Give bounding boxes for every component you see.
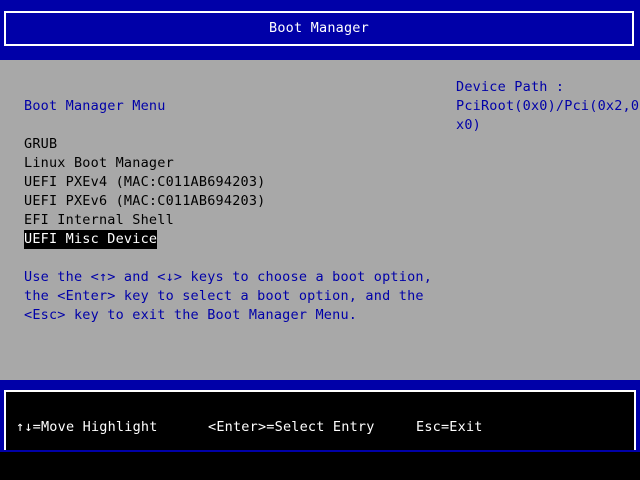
bios-screen: Boot Manager Boot Manager Menu Device Pa… bbox=[0, 0, 640, 480]
device-path-label: Device Path : bbox=[456, 79, 565, 95]
help-line-3: <Esc> key to exit the Boot Manager Menu. bbox=[24, 307, 358, 323]
select-entry-hint: <Enter>=Select Entry bbox=[208, 419, 375, 435]
boot-option-uefi-pxev6[interactable]: UEFI PXEv6 (MAC:C011AB694203) bbox=[24, 192, 266, 211]
move-highlight-hint: ↑↓=Move Highlight bbox=[16, 419, 158, 435]
device-path-line-2: x0) bbox=[456, 117, 481, 133]
boot-option-efi-internal-shell[interactable]: EFI Internal Shell bbox=[24, 211, 174, 230]
page-title: Boot Manager bbox=[269, 20, 369, 36]
boot-option-grub[interactable]: GRUB bbox=[24, 135, 57, 154]
header-frame: Boot Manager bbox=[4, 11, 634, 46]
boot-option-uefi-pxev4[interactable]: UEFI PXEv4 (MAC:C011AB694203) bbox=[24, 173, 266, 192]
boot-option-uefi-misc-device[interactable]: UEFI Misc Device bbox=[24, 230, 158, 249]
footer-bar: ↑↓=Move Highlight <Enter>=Select Entry E… bbox=[0, 380, 640, 452]
menu-title: Boot Manager Menu bbox=[24, 98, 166, 114]
help-line-2: the <Enter> key to select a boot option,… bbox=[24, 288, 424, 304]
header-bar: Boot Manager bbox=[0, 0, 640, 60]
boot-option-linux-boot-manager[interactable]: Linux Boot Manager bbox=[24, 154, 174, 173]
device-path-line-1: PciRoot(0x0)/Pci(0x2,0 bbox=[456, 98, 640, 114]
main-panel: Boot Manager Menu Device Path : PciRoot(… bbox=[0, 60, 640, 380]
exit-hint: Esc=Exit bbox=[416, 419, 483, 435]
help-line-1: Use the <↑> and <↓> keys to choose a boo… bbox=[24, 269, 433, 285]
